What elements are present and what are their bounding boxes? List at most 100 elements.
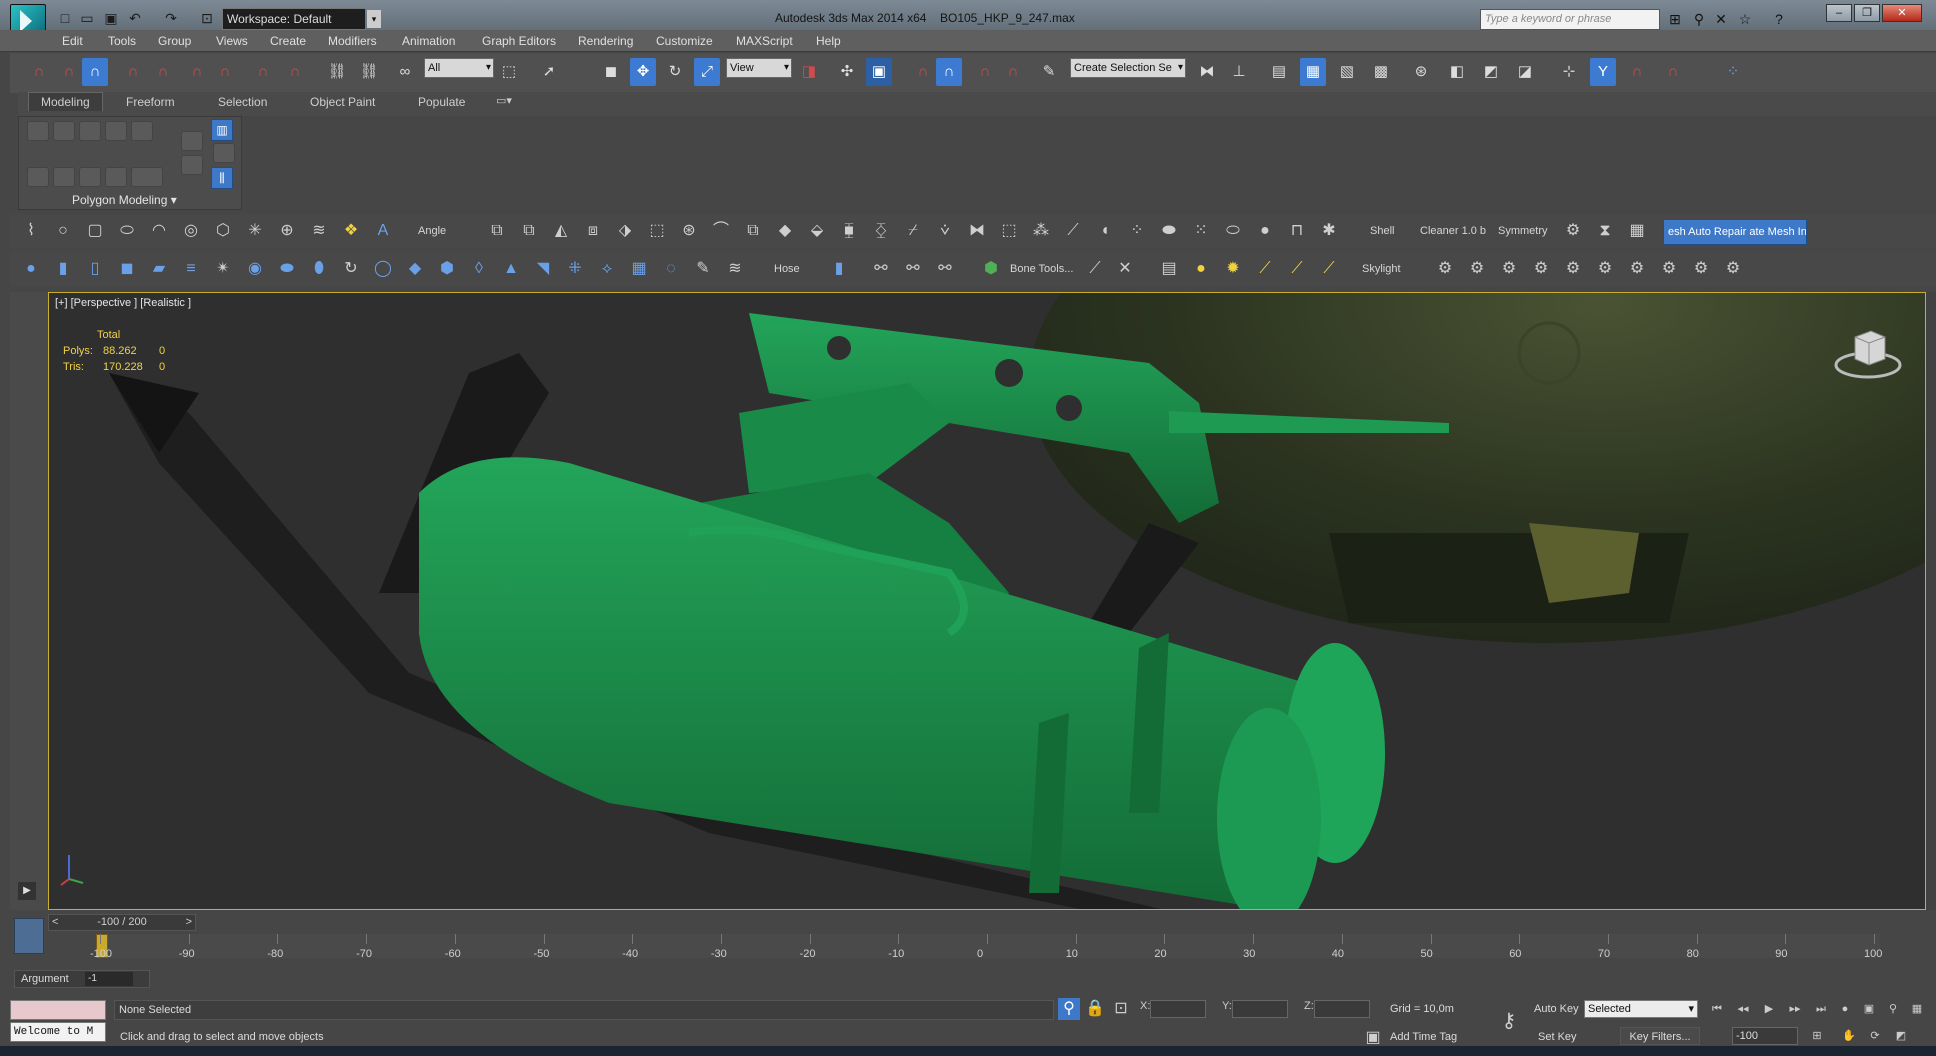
preserve-uvs-icon[interactable] — [27, 167, 49, 187]
chevron-left-icon[interactable]: < — [52, 915, 58, 930]
edge-mode-icon[interactable] — [53, 121, 75, 141]
circle-spline-icon[interactable]: ○ — [52, 220, 74, 242]
undo-icon[interactable]: ↶ — [126, 9, 144, 27]
modifier-icon[interactable]: ✱ — [1318, 220, 1340, 242]
render-icon[interactable]: ◪ — [1512, 58, 1538, 86]
torus-primitive-icon[interactable]: ◯ — [372, 258, 394, 280]
select-rotate-icon[interactable]: ↻ — [662, 58, 688, 86]
magnet-snap-icon[interactable]: ∩ — [1660, 58, 1686, 86]
modifier-icon[interactable]: ◭ — [550, 220, 572, 242]
minimize-button[interactable]: – — [1826, 4, 1852, 22]
time-config-icon[interactable]: ⊞ — [1808, 1028, 1826, 1044]
align-icon[interactable]: ⊥ — [1226, 58, 1252, 86]
modifier-icon[interactable]: ⁙ — [1190, 220, 1212, 242]
modifier-icon[interactable]: ◆ — [774, 220, 796, 242]
menu-help[interactable]: Help — [816, 34, 841, 48]
favorites-star-icon[interactable]: ☆ — [1736, 10, 1754, 28]
tab-selection[interactable]: Selection — [218, 95, 267, 109]
angle-snap-icon[interactable]: ∩ — [936, 58, 962, 86]
modifier-icon[interactable]: ⁂ — [1030, 220, 1052, 242]
tab-modeling[interactable]: Modeling — [28, 92, 103, 111]
checker-icon[interactable]: ▦ — [1626, 220, 1648, 242]
modifier-icon[interactable]: ● — [1254, 220, 1276, 242]
mini-curve-editor-toggle[interactable] — [14, 918, 44, 954]
sun-light-icon[interactable]: ✹ — [1222, 258, 1244, 280]
key-mode-dropdown[interactable]: Selected ▾ — [1584, 1000, 1698, 1018]
magnet-snap-icon[interactable]: ∩ — [26, 58, 52, 86]
magnet-snap-icon[interactable]: ∩ — [150, 58, 176, 86]
maximize-viewport-icon[interactable]: ▦ — [1908, 1001, 1926, 1017]
chamfer-cyl-icon[interactable]: ⬬ — [276, 258, 298, 280]
schematic-view-icon[interactable]: ⊛ — [1408, 58, 1434, 86]
z-coordinate-field[interactable] — [1314, 1000, 1370, 1018]
ring-primitive-icon[interactable]: ◌ — [660, 258, 682, 280]
skylight-label[interactable]: Skylight — [1362, 263, 1401, 275]
use-soft-selection-icon[interactable]: ⫼ — [211, 167, 233, 189]
arc-spline-icon[interactable]: ◠ — [148, 220, 170, 242]
modifier-icon[interactable]: ⌒ — [710, 220, 732, 242]
menu-group[interactable]: Group — [158, 34, 191, 48]
key-icon[interactable]: ⚷ — [1498, 1010, 1520, 1032]
helper-icon[interactable]: ⚙ — [1498, 258, 1520, 280]
graphite-toggle-icon[interactable]: ▧ — [1334, 58, 1360, 86]
magnet-snap-icon[interactable]: ∩ — [184, 58, 210, 86]
stairs-primitive-icon[interactable]: ≡ — [180, 258, 202, 280]
bone-tools-icon[interactable]: ⬢ — [980, 258, 1002, 280]
loop-icon[interactable] — [105, 167, 127, 187]
menu-views[interactable]: Views — [216, 34, 248, 48]
modifier-icon[interactable]: ⩒ — [934, 220, 956, 242]
text-spline-icon[interactable]: A — [372, 220, 394, 242]
layer-manager-icon[interactable]: ▤ — [1266, 58, 1292, 86]
modifier-icon[interactable]: ⌿ — [902, 220, 924, 242]
menu-animation[interactable]: Animation — [402, 34, 455, 48]
geosphere-primitive-icon[interactable]: ◉ — [244, 258, 266, 280]
save-icon[interactable]: ▣ — [102, 9, 120, 27]
spot-light-icon[interactable]: ⟋ — [1254, 258, 1276, 280]
go-to-start-icon[interactable]: ⏮ — [1708, 1001, 1726, 1017]
mesh-auto-repair-button[interactable]: esh Auto Repair ate Mesh Insp — [1663, 219, 1807, 245]
play-icon[interactable]: ▶ — [1760, 1001, 1778, 1017]
reference-coordinate-dropdown[interactable]: View — [726, 58, 792, 78]
egg-spline-icon[interactable]: ❖ — [340, 220, 362, 242]
line-spline-icon[interactable]: ⌇ — [20, 220, 42, 242]
absolute-mode-icon[interactable]: ⊡ — [1110, 998, 1132, 1020]
named-selection-dropdown[interactable]: Create Selection Se — [1070, 58, 1186, 78]
pan-view-icon[interactable]: ✋ — [1840, 1028, 1858, 1044]
lock-icon[interactable]: 🔒 — [1084, 998, 1106, 1020]
helper-icon[interactable]: ⚙ — [1594, 258, 1616, 280]
modifier-icon[interactable]: ⧉ — [486, 220, 508, 242]
modifier-icon[interactable]: ⊓ — [1286, 220, 1308, 242]
capsule-icon[interactable]: ⬮ — [308, 258, 330, 280]
grow-icon[interactable] — [53, 167, 75, 187]
zoom-icon[interactable]: ⚲ — [1884, 1001, 1902, 1017]
modifier-icon[interactable]: ⧉ — [518, 220, 540, 242]
modifier-icon[interactable]: ⧯ — [838, 220, 860, 242]
add-time-tag[interactable]: Add Time Tag — [1390, 1031, 1457, 1043]
direct-light-icon[interactable]: ⟋ — [1286, 258, 1308, 280]
tab-populate[interactable]: Populate — [418, 95, 465, 109]
binoculars-icon[interactable]: ⊞ — [1666, 10, 1684, 28]
menu-edit[interactable]: Edit — [62, 34, 83, 48]
bind-spacewarp-icon[interactable]: ∞ — [392, 58, 418, 86]
help-icon[interactable]: ? — [1770, 10, 1788, 28]
menu-modifiers[interactable]: Modifiers — [328, 34, 377, 48]
current-frame-field[interactable]: -100 — [1732, 1027, 1798, 1045]
orbit-icon[interactable]: ⟳ — [1866, 1028, 1884, 1044]
ribbon-options-icon[interactable]: ▭▾ — [496, 94, 512, 107]
field-of-view-icon[interactable]: ◩ — [1892, 1028, 1910, 1044]
spindle-primitive-icon[interactable]: ◊ — [468, 258, 490, 280]
tab-freeform[interactable]: Freeform — [126, 95, 175, 109]
helper-icon[interactable]: ⚙ — [1690, 258, 1712, 280]
redo-icon[interactable]: ↷ — [162, 9, 180, 27]
ik-solver-icon[interactable]: ⟋ — [1084, 258, 1106, 280]
spring-primitive-icon[interactable]: ≋ — [724, 258, 746, 280]
magnet-snap-icon[interactable]: ∩ — [282, 58, 308, 86]
exchange-icon[interactable]: ✕ — [1712, 10, 1730, 28]
y-coordinate-field[interactable] — [1232, 1000, 1288, 1018]
key-filters-button[interactable]: Key Filters... — [1620, 1027, 1700, 1045]
magnet-snap-icon[interactable]: ∩ — [250, 58, 276, 86]
helper-icon[interactable]: ⚙ — [1722, 258, 1744, 280]
menu-rendering[interactable]: Rendering — [578, 34, 633, 48]
xform-icon[interactable]: ⊹ — [1556, 58, 1582, 86]
menu-create[interactable]: Create — [270, 34, 306, 48]
